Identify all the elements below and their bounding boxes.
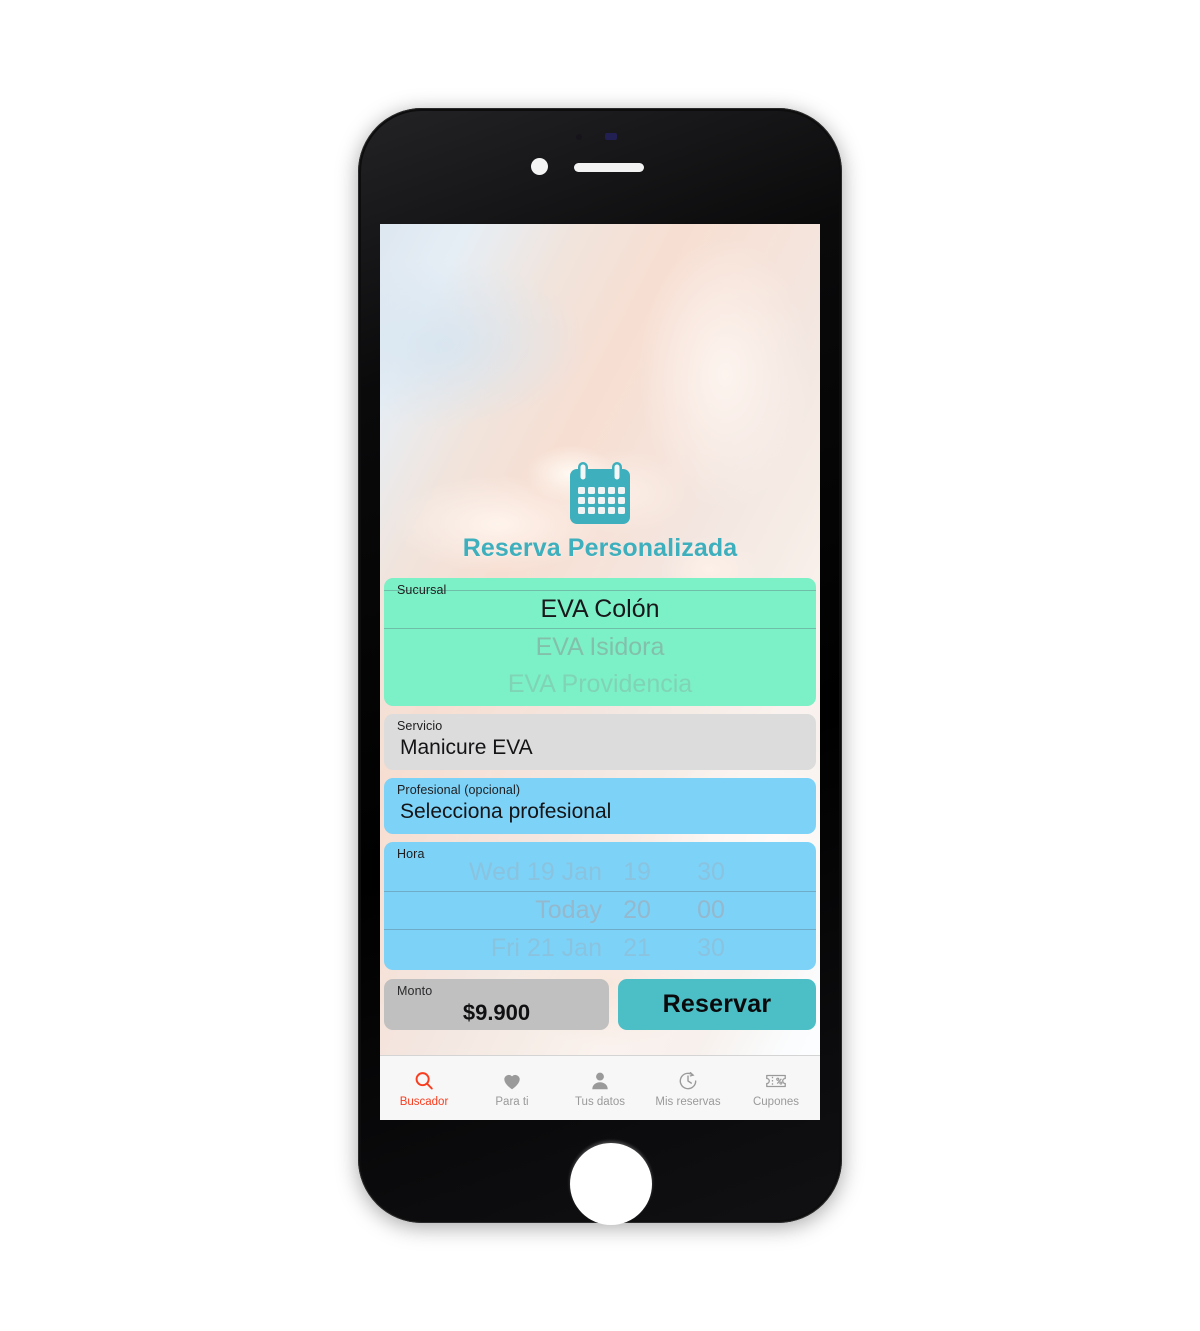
- hora-minute-next: 30: [697, 934, 725, 962]
- tab-tus-datos[interactable]: Tus datos: [556, 1056, 644, 1120]
- page-title: Reserva Personalizada: [462, 534, 738, 562]
- hora-date-previous: Wed 19 Jan: [469, 858, 602, 886]
- calendar-icon: [570, 462, 630, 524]
- tab-label-cupones: Cupones: [752, 1096, 800, 1108]
- hora-minute-selected: 00: [697, 896, 725, 924]
- ticket-percent-icon: [764, 1068, 788, 1093]
- servicio-label: Servicio: [397, 719, 443, 733]
- hora-row-next[interactable]: Fri 21 Jan 21 30: [384, 930, 816, 967]
- hora-row-previous[interactable]: Wed 19 Jan 19 30: [384, 854, 816, 891]
- earpiece-speaker-icon: [574, 163, 644, 172]
- profesional-value: Selecciona profesional: [400, 800, 612, 823]
- app-header: Reserva Personalizada: [380, 224, 820, 563]
- reserve-button[interactable]: Reservar: [618, 979, 816, 1030]
- monto-label: Monto: [397, 984, 433, 998]
- hora-hour-previous: 19: [623, 858, 651, 886]
- amount-action-row: Monto $9.900 Reservar: [384, 979, 816, 1030]
- sucursal-option-next[interactable]: EVA Isidora: [384, 629, 816, 666]
- hora-label: Hora: [397, 847, 425, 861]
- tab-label-tus-datos: Tus datos: [574, 1096, 626, 1108]
- sucursal-option-selected[interactable]: EVA Colón: [384, 590, 816, 629]
- tab-cupones[interactable]: Cupones: [732, 1056, 820, 1120]
- booking-form: Sucursal EVA Colón EVA Isidora EVA Provi…: [384, 578, 816, 1030]
- sucursal-picker[interactable]: Sucursal EVA Colón EVA Isidora EVA Provi…: [384, 578, 816, 706]
- sucursal-label: Sucursal: [397, 583, 447, 597]
- servicio-value: Manicure EVA: [400, 736, 533, 759]
- servicio-field[interactable]: Servicio Manicure EVA: [384, 714, 816, 770]
- hora-row-selected[interactable]: Today 20 00: [384, 891, 816, 930]
- monto-value: $9.900: [462, 1000, 531, 1025]
- front-camera-icon: [531, 158, 548, 175]
- tab-label-para-ti: Para ti: [495, 1096, 529, 1108]
- search-icon: [413, 1068, 435, 1093]
- hora-hour-next: 21: [623, 934, 651, 962]
- ambient-sensor-icon: [576, 134, 582, 140]
- bottom-tab-bar: Buscador Para ti Tus datos Mis reservas …: [380, 1055, 820, 1120]
- monto-field: Monto $9.900: [384, 979, 609, 1030]
- hora-hour-selected: 20: [623, 896, 651, 924]
- hora-minute-previous: 30: [697, 858, 725, 886]
- clock-history-icon: [677, 1068, 699, 1093]
- heart-icon: [501, 1068, 523, 1093]
- hora-date-next: Fri 21 Jan: [490, 934, 602, 962]
- tab-label-mis-reservas: Mis reservas: [655, 1096, 721, 1108]
- proximity-sensor-icon: [605, 133, 617, 140]
- hora-date-selected: Today: [535, 896, 602, 924]
- tab-mis-reservas[interactable]: Mis reservas: [644, 1056, 732, 1120]
- sucursal-option-next-2[interactable]: EVA Providencia: [384, 666, 816, 703]
- tab-buscador[interactable]: Buscador: [380, 1056, 468, 1120]
- hora-picker[interactable]: Hora Wed 19 Jan 19 30 Today 20 00 Fri 21 Jan…: [384, 842, 816, 970]
- home-button[interactable]: [570, 1143, 652, 1225]
- tab-para-ti[interactable]: Para ti: [468, 1056, 556, 1120]
- profesional-field[interactable]: Profesional (opcional) Selecciona profes…: [384, 778, 816, 834]
- profesional-label: Profesional (opcional): [397, 783, 521, 797]
- phone-screen: Reserva Personalizada Sucursal EVA Colón…: [380, 224, 820, 1120]
- tab-label-buscador: Buscador: [399, 1096, 449, 1108]
- person-icon: [589, 1068, 611, 1093]
